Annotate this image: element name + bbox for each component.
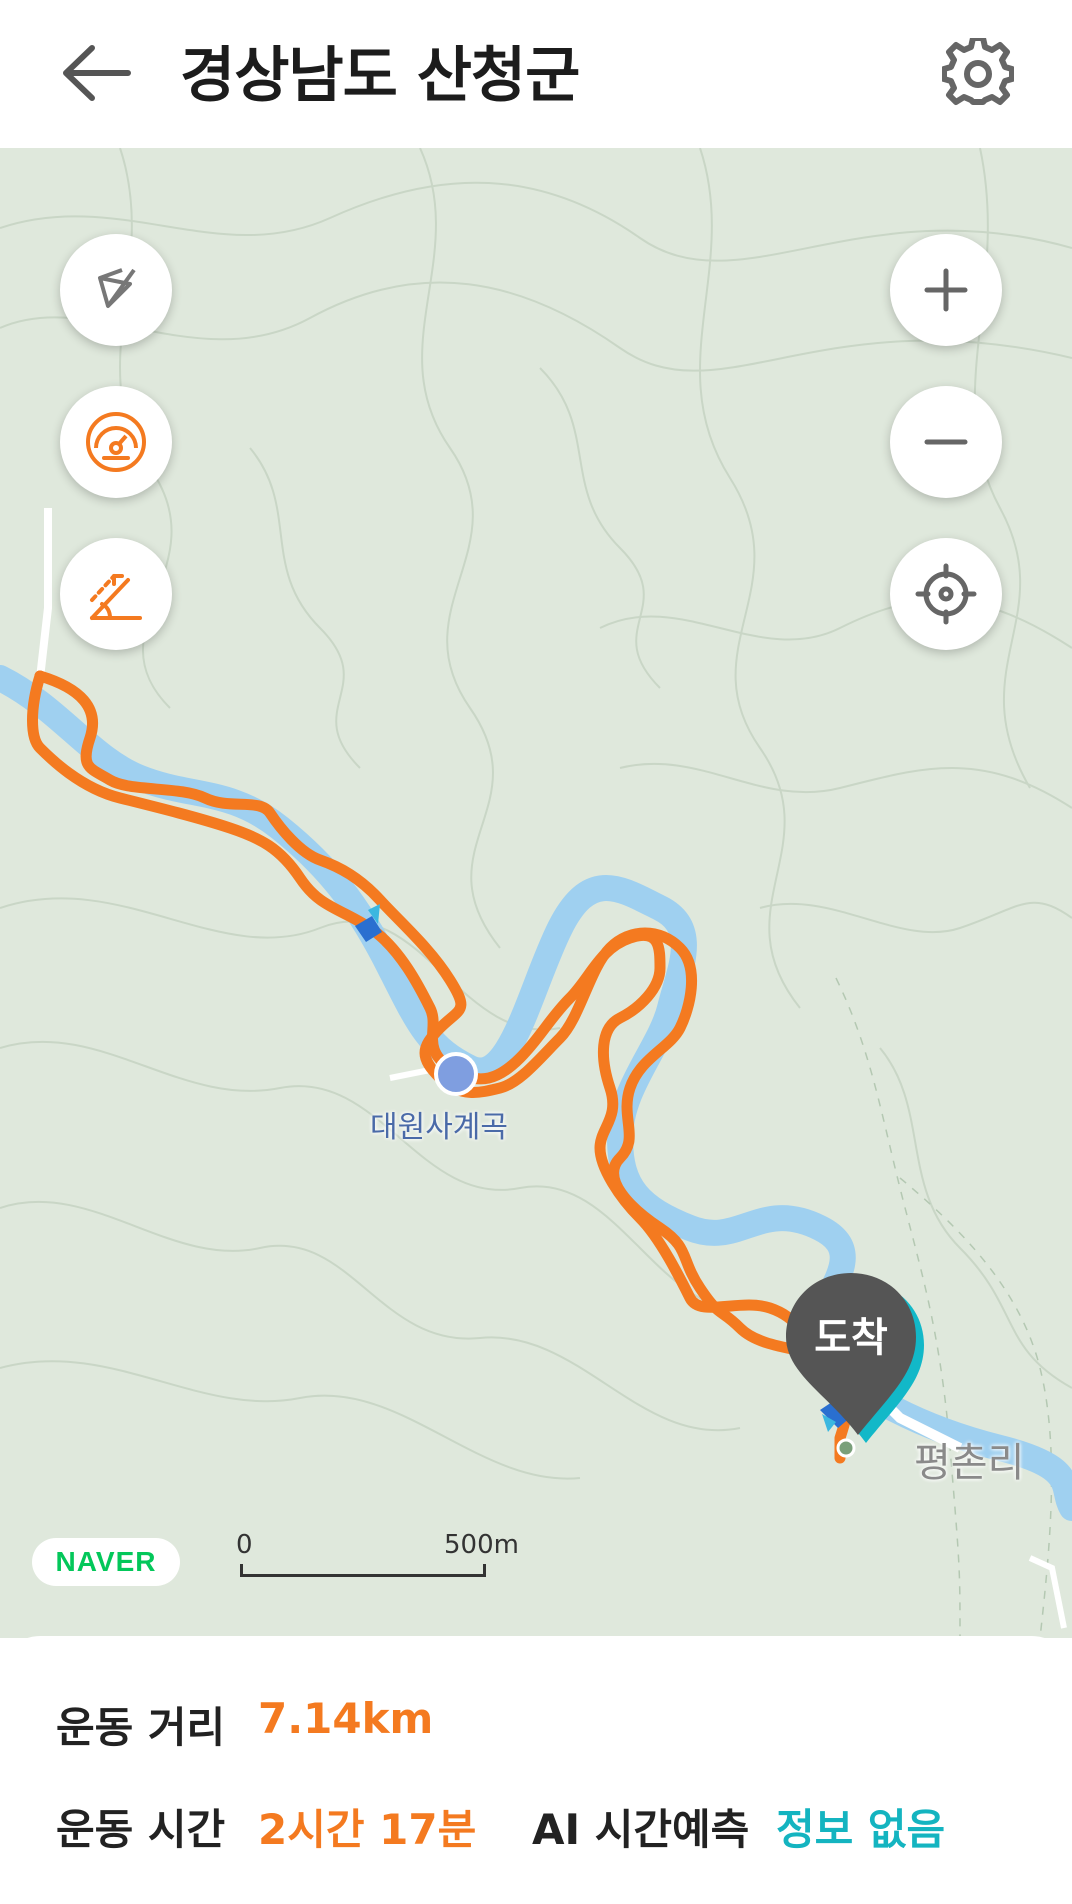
my-location-button[interactable]: [890, 538, 1002, 650]
zoom-in-button[interactable]: [890, 234, 1002, 346]
back-button[interactable]: [62, 40, 134, 106]
map-pin-icon: [786, 1273, 924, 1443]
naver-logo: NAVER: [32, 1538, 180, 1586]
gear-icon: [941, 35, 1015, 105]
time-label: 운동 시간: [56, 1805, 226, 1854]
speedometer-icon: [86, 412, 146, 472]
zoom-out-button[interactable]: [890, 386, 1002, 498]
scale-start: 0: [236, 1530, 253, 1560]
village-label: 평촌리: [914, 1440, 1025, 1486]
app-header: 경상남도 산청군: [0, 0, 1072, 148]
ai-prediction-value: 정보 없음: [776, 1805, 946, 1854]
distance-value: 7.14km: [258, 1694, 434, 1743]
crosshair-location-icon: [915, 563, 977, 625]
workout-summary-panel: 운동 거리 7.14km 운동 시간 2시간 17분 AI 시간예측 정보 없음: [0, 1636, 1072, 1904]
zoom-in-icon: [924, 268, 968, 312]
distance-label: 운동 거리: [56, 1703, 226, 1752]
speed-button[interactable]: [60, 386, 172, 498]
arrival-marker[interactable]: 도착: [786, 1273, 924, 1453]
arrival-label: 도착: [814, 1315, 888, 1361]
valley-label: 대원사계곡: [370, 1110, 508, 1145]
map-scale: 0 500m: [236, 1530, 519, 1590]
compass-off-icon: [98, 268, 136, 308]
slope-angle-icon: [90, 574, 142, 620]
map-view[interactable]: 대원사계곡 평촌리 도착 NAVER 0 500m: [0, 148, 1072, 1638]
ai-prediction-label: AI 시간예측: [532, 1805, 750, 1854]
zoom-out-icon: [924, 439, 968, 445]
arrow-left-icon: [63, 45, 131, 101]
page-title: 경상남도 산청군: [180, 41, 580, 111]
slope-button[interactable]: [60, 538, 172, 650]
compass-button[interactable]: [60, 234, 172, 346]
scale-end: 500m: [444, 1530, 519, 1560]
scale-bar: [240, 1564, 486, 1577]
settings-button[interactable]: [941, 35, 1015, 110]
time-value: 2시간 17분: [258, 1805, 477, 1854]
